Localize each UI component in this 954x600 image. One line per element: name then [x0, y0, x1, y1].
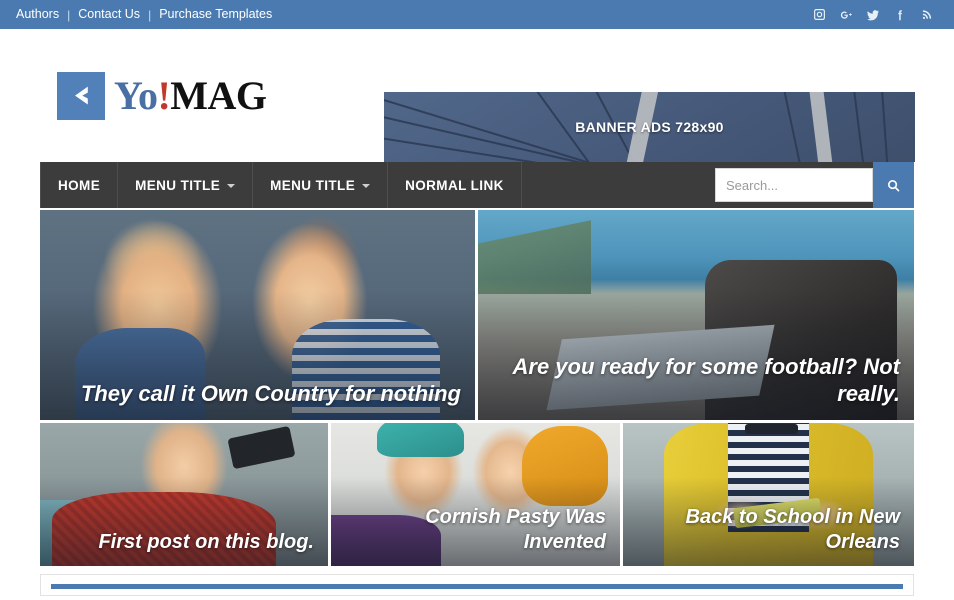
instagram-icon[interactable]	[812, 8, 826, 22]
featured-post-tile[interactable]: They call it Own Country for nothing	[40, 210, 475, 420]
chevron-down-icon	[362, 184, 371, 188]
image-detail	[227, 425, 297, 470]
top-links: Authors | Contact Us | Purchase Template…	[8, 0, 280, 29]
nav-item-menu-title-1[interactable]: MENU TITLE	[118, 162, 254, 208]
featured-post-tile[interactable]: First post on this blog.	[40, 423, 328, 566]
image-detail	[478, 220, 592, 294]
top-link-authors[interactable]: Authors	[8, 0, 67, 29]
facebook-icon[interactable]	[893, 8, 907, 22]
featured-post-title: First post on this blog.	[98, 530, 314, 553]
chevron-down-icon	[227, 184, 236, 188]
search-form	[715, 162, 914, 208]
banner-ad-label: BANNER ADS 728x90	[575, 119, 724, 135]
navigation-wrapper: HOME MENU TITLE MENU TITLE NORMAL LINK	[0, 162, 954, 208]
nav-item-label: MENU TITLE	[135, 177, 221, 193]
featured-post-tile[interactable]: Are you ready for some football? Not rea…	[478, 210, 914, 420]
search-input[interactable]	[715, 168, 873, 202]
top-link-purchase-templates[interactable]: Purchase Templates	[151, 0, 280, 29]
social-links	[812, 8, 940, 22]
featured-row-top: They call it Own Country for nothing Are…	[40, 210, 914, 420]
featured-post-title: Back to School in New Orleans	[685, 506, 900, 553]
google-plus-icon[interactable]	[839, 8, 853, 22]
search-button[interactable]	[873, 162, 914, 208]
nav-item-label: MENU TITLE	[270, 177, 356, 193]
site-logo[interactable]: Yo!MAG	[57, 71, 267, 120]
image-detail	[377, 423, 464, 458]
featured-row-bottom: First post on this blog. Cornish Pasty W…	[40, 423, 914, 566]
banner-ad[interactable]: BANNER ADS 728x90	[384, 92, 915, 162]
nav-item-home[interactable]: HOME	[40, 162, 119, 208]
logo-wordmark: Yo!MAG	[114, 72, 267, 118]
featured-post-tile[interactable]: Cornish Pasty Was Invented	[331, 423, 620, 566]
rss-icon[interactable]	[920, 8, 934, 22]
logo-text-bang: !	[157, 72, 171, 118]
top-utility-bar: Authors | Contact Us | Purchase Template…	[0, 0, 954, 29]
search-icon	[888, 179, 900, 191]
content-accent-bar	[51, 584, 903, 589]
logo-chevron-icon	[57, 71, 105, 120]
top-link-contact-us[interactable]: Contact Us	[70, 0, 148, 29]
featured-posts-grid: They call it Own Country for nothing Are…	[0, 210, 954, 566]
twitter-icon[interactable]	[866, 8, 880, 22]
featured-post-title: Cornish Pasty Was Invented	[425, 506, 606, 553]
nav-item-menu-title-2[interactable]: MENU TITLE	[253, 162, 389, 208]
featured-post-title: They call it Own Country for nothing	[80, 381, 461, 407]
image-detail	[745, 424, 798, 435]
logo-text-mag: MAG	[170, 72, 267, 118]
site-header: Yo!MAG BANNER ADS 728x90	[0, 29, 954, 162]
content-panel	[40, 574, 914, 596]
nav-item-label: NORMAL LINK	[405, 177, 504, 193]
main-navigation: HOME MENU TITLE MENU TITLE NORMAL LINK	[40, 162, 914, 208]
logo-text-yo: Yo	[114, 72, 158, 118]
nav-item-normal-link[interactable]: NORMAL LINK	[388, 162, 522, 208]
nav-item-label: HOME	[58, 177, 101, 193]
featured-post-title: Are you ready for some football? Not rea…	[512, 354, 901, 407]
featured-post-tile[interactable]: Back to School in New Orleans	[623, 423, 914, 566]
